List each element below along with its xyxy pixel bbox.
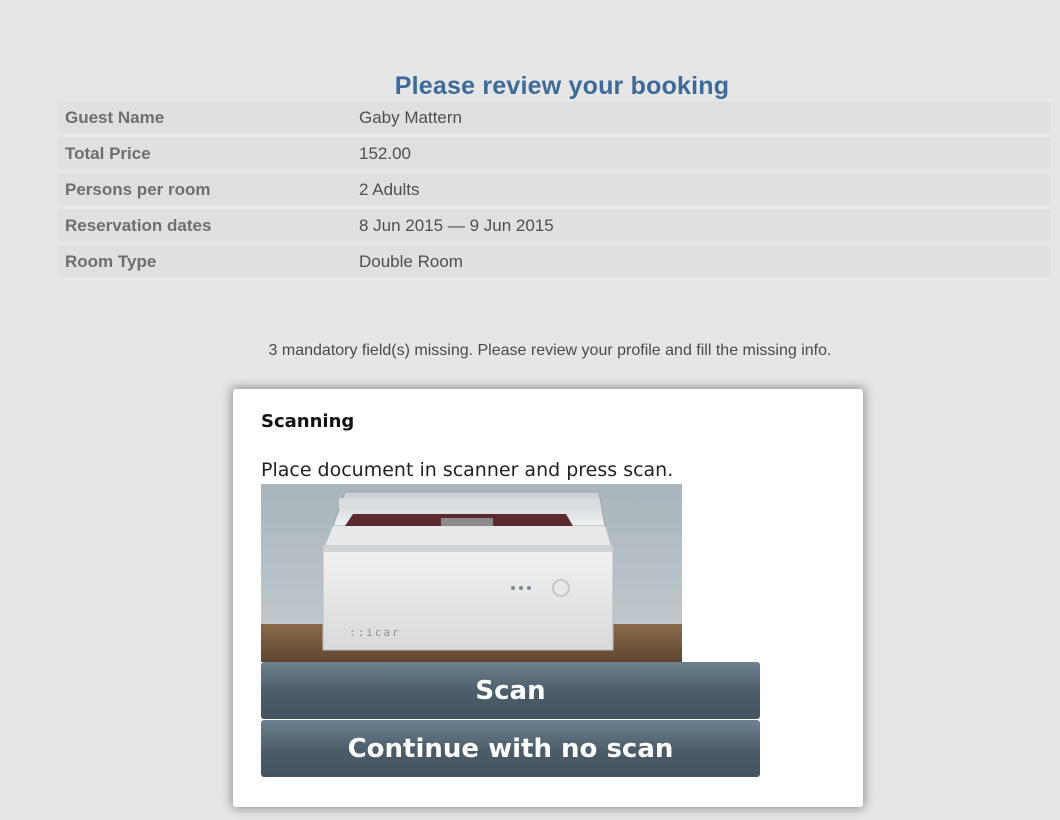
booking-label: Guest Name xyxy=(65,108,165,127)
booking-row-persons-per-room: Persons per room 2 Adults xyxy=(56,172,1052,206)
booking-label: Room Type xyxy=(65,252,157,271)
missing-fields-message: 3 mandatory field(s) missing. Please rev… xyxy=(268,342,832,359)
booking-review-page: Please review your booking Guest Name Ga… xyxy=(0,0,1060,820)
page-title: Please review your booking xyxy=(394,72,730,100)
scanner-image: ::icar xyxy=(261,484,682,662)
scanning-dialog: Scanning Place document in scanner and p… xyxy=(233,389,863,807)
booking-row-reservation-dates: Reservation dates 8 Jun 2015 — 9 Jun 201… xyxy=(56,208,1052,242)
booking-label: Persons per room xyxy=(65,180,211,199)
booking-row-room-type: Room Type Double Room xyxy=(56,244,1052,278)
dialog-message: Place document in scanner and press scan… xyxy=(261,459,674,481)
booking-label: Total Price xyxy=(65,144,151,163)
dialog-title: Scanning xyxy=(261,411,355,432)
booking-value: Double Room xyxy=(359,252,463,271)
booking-summary-table: Guest Name Gaby Mattern Total Price 152.… xyxy=(56,100,1052,280)
scan-button[interactable]: Scan xyxy=(261,662,760,719)
booking-label: Reservation dates xyxy=(65,216,212,235)
booking-row-guest-name: Guest Name Gaby Mattern xyxy=(56,100,1052,134)
scanner-brand-text: ::icar xyxy=(349,626,401,639)
booking-row-total-price: Total Price 152.00 xyxy=(56,136,1052,170)
booking-value: Gaby Mattern xyxy=(359,108,462,127)
booking-value: 2 Adults xyxy=(359,180,420,199)
booking-value: 8 Jun 2015 — 9 Jun 2015 xyxy=(359,216,554,235)
booking-value: 152.00 xyxy=(359,144,411,163)
continue-without-scan-button[interactable]: Continue with no scan xyxy=(261,720,760,777)
